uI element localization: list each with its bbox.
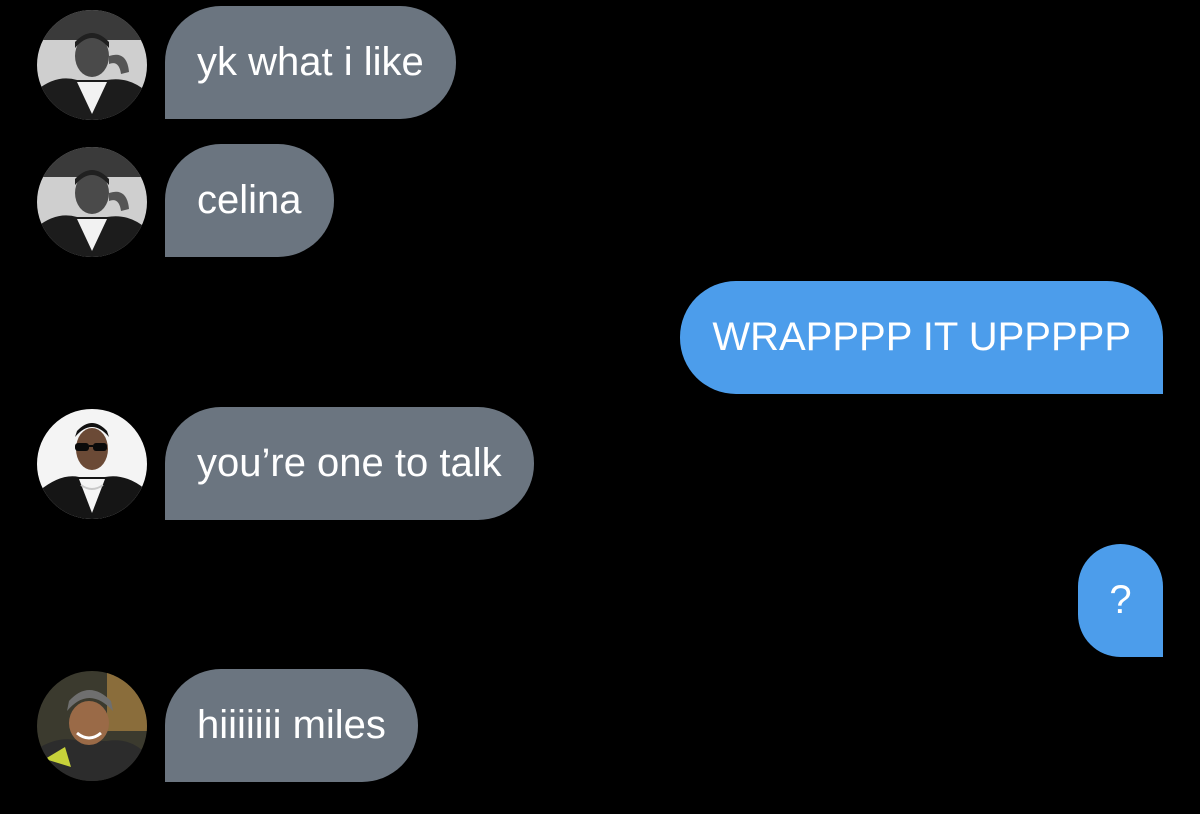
message-row-incoming: yk what i like: [0, 6, 1200, 120]
message-bubble[interactable]: you’re one to talk: [165, 407, 534, 520]
message-bubble[interactable]: celina: [165, 144, 334, 257]
message-text: WRAPPPP IT UPPPPP: [712, 315, 1131, 359]
message-text: yk what i like: [197, 40, 424, 84]
man-black-white-photo-avatar[interactable]: [37, 147, 147, 257]
message-text: celina: [197, 178, 302, 222]
message-bubble[interactable]: hiiiiiii miles: [165, 669, 418, 782]
message-bubble[interactable]: ?: [1078, 544, 1163, 657]
man-sunglasses-photo-avatar[interactable]: [37, 409, 147, 519]
woman-smiling-photo-avatar[interactable]: [37, 671, 147, 781]
message-row-incoming: you’re one to talk: [0, 407, 1200, 520]
message-row-incoming: hiiiiiii miles: [0, 669, 1200, 782]
message-text: you’re one to talk: [197, 441, 502, 485]
message-row-incoming: celina: [0, 144, 1200, 257]
message-text: hiiiiiii miles: [197, 703, 386, 747]
message-text: ?: [1109, 578, 1132, 622]
message-row-outgoing: WRAPPPP IT UPPPPP: [0, 281, 1200, 394]
man-black-white-photo-avatar[interactable]: [37, 10, 147, 120]
message-bubble[interactable]: yk what i like: [165, 6, 456, 119]
message-row-outgoing: ?: [0, 544, 1200, 657]
message-bubble[interactable]: WRAPPPP IT UPPPPP: [680, 281, 1163, 394]
